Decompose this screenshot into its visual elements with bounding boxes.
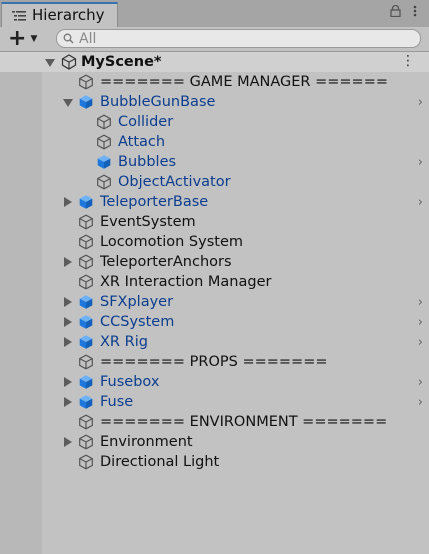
search-field[interactable] [56,29,421,48]
prefab-cube-icon [78,374,94,390]
gameobject-cube-icon [96,174,112,190]
open-prefab-chevron-icon[interactable]: › [418,155,423,170]
hierarchy-item[interactable]: Bubbles › [42,152,429,172]
gameobject-cube-icon [78,454,94,470]
tab-title: Hierarchy [32,6,105,24]
gameobject-cube-icon [78,434,94,450]
hierarchy-toolbar: + ▼ [0,27,429,52]
search-input[interactable] [79,30,409,47]
hierarchy-item-label: ======= PROPS ======= [100,354,328,370]
foldout-collapsed-icon[interactable] [64,257,72,267]
hierarchy-item[interactable]: XR Rig › [42,332,429,352]
hierarchy-item[interactable]: TeleporterBase › [42,192,429,212]
foldout-collapsed-icon[interactable] [64,337,72,347]
hierarchy-item-label: Fuse [100,394,134,410]
open-prefab-chevron-icon[interactable]: › [418,335,423,350]
hierarchy-item-label: Collider [118,114,174,130]
hierarchy-item-label: ObjectActivator [118,174,231,190]
search-icon [63,33,74,44]
gameobject-cube-icon [96,134,112,150]
hierarchy-item[interactable]: Environment [42,432,429,452]
foldout-expanded-icon[interactable] [63,99,73,107]
hierarchy-item[interactable]: ======= GAME MANAGER ====== [42,72,429,92]
scene-foldout-icon[interactable] [45,59,55,67]
hierarchy-item[interactable]: Fusebox › [42,372,429,392]
prefab-cube-icon [78,94,94,110]
hierarchy-item[interactable]: Directional Light [42,452,429,472]
tab-bar: Hierarchy [0,0,429,28]
hierarchy-item[interactable]: EventSystem [42,212,429,232]
hierarchy-item-label: ======= GAME MANAGER ====== [100,74,389,90]
open-prefab-chevron-icon[interactable]: › [418,395,423,410]
hierarchy-item-label: Environment [100,434,193,450]
prefab-cube-icon [78,294,94,310]
prefab-cube-icon [78,314,94,330]
tab-hierarchy[interactable]: Hierarchy [1,2,118,27]
hierarchy-item[interactable]: BubbleGunBase › [42,92,429,112]
lock-icon[interactable] [390,5,401,17]
open-prefab-chevron-icon[interactable]: › [418,315,423,330]
foldout-collapsed-icon[interactable] [64,197,72,207]
foldout-collapsed-icon[interactable] [64,377,72,387]
hierarchy-item[interactable]: ======= ENVIRONMENT ======= [42,412,429,432]
open-prefab-chevron-icon[interactable]: › [418,375,423,390]
hierarchy-item-label: TeleporterAnchors [100,254,232,270]
foldout-collapsed-icon[interactable] [64,317,72,327]
hierarchy-item-label: SFXplayer [100,294,174,310]
gameobject-cube-icon [78,274,94,290]
hierarchy-item-label: TeleporterBase [100,194,209,210]
prefab-cube-icon [96,154,112,170]
hierarchy-item-label: Attach [118,134,166,150]
hierarchy-item-label: ======= ENVIRONMENT ======= [100,414,388,430]
prefab-cube-icon [78,334,94,350]
plus-icon: + [8,26,27,51]
gameobject-cube-icon [78,234,94,250]
gameobject-cube-icon [78,414,94,430]
hierarchy-item-label: BubbleGunBase [100,94,216,110]
hierarchy-item-label: Directional Light [100,454,220,470]
hierarchy-list-icon [12,11,26,21]
hierarchy-item-label: CCSystem [100,314,175,330]
hierarchy-item[interactable]: Collider [42,112,429,132]
gameobject-cube-icon [78,254,94,270]
foldout-collapsed-icon[interactable] [64,397,72,407]
hierarchy-item[interactable]: ObjectActivator [42,172,429,192]
gameobject-cube-icon [96,114,112,130]
hierarchy-item-label: Locomotion System [100,234,243,250]
scene-row[interactable]: MyScene* ⋮ [0,52,429,72]
unity-scene-icon [61,54,77,70]
open-prefab-chevron-icon[interactable]: › [418,295,423,310]
gameobject-cube-icon [78,214,94,230]
foldout-collapsed-icon[interactable] [64,437,72,447]
more-options-icon[interactable] [413,5,417,17]
left-gutter [0,52,42,554]
hierarchy-item-label: Bubbles [118,154,177,170]
hierarchy-item-label: EventSystem [100,214,196,230]
hierarchy-item-label: XR Rig [100,334,148,350]
foldout-collapsed-icon[interactable] [64,297,72,307]
prefab-cube-icon [78,194,94,210]
hierarchy-item-label: Fusebox [100,374,160,390]
hierarchy-item[interactable]: Fuse › [42,392,429,412]
scene-menu-icon[interactable]: ⋮ [401,53,415,69]
create-button[interactable]: + ▼ [8,28,46,50]
open-prefab-chevron-icon[interactable]: › [418,95,423,110]
hierarchy-item[interactable]: SFXplayer › [42,292,429,312]
hierarchy-item[interactable]: CCSystem › [42,312,429,332]
scene-name: MyScene* [81,54,162,70]
gameobject-cube-icon [78,74,94,90]
hierarchy-item[interactable]: TeleporterAnchors [42,252,429,272]
hierarchy-item-label: XR Interaction Manager [100,274,272,290]
open-prefab-chevron-icon[interactable]: › [418,195,423,210]
prefab-cube-icon [78,394,94,410]
dropdown-arrow-icon: ▼ [30,34,38,44]
hierarchy-item[interactable]: Attach [42,132,429,152]
hierarchy-item[interactable]: XR Interaction Manager [42,272,429,292]
hierarchy-item[interactable]: ======= PROPS ======= [42,352,429,372]
hierarchy-item[interactable]: Locomotion System [42,232,429,252]
gameobject-cube-icon [78,354,94,370]
